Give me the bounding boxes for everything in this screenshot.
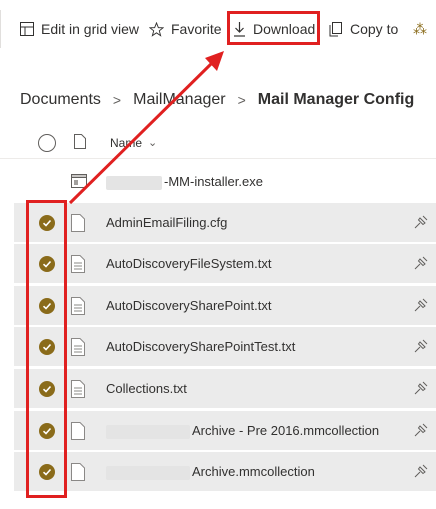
annotation-arrow — [68, 51, 224, 205]
